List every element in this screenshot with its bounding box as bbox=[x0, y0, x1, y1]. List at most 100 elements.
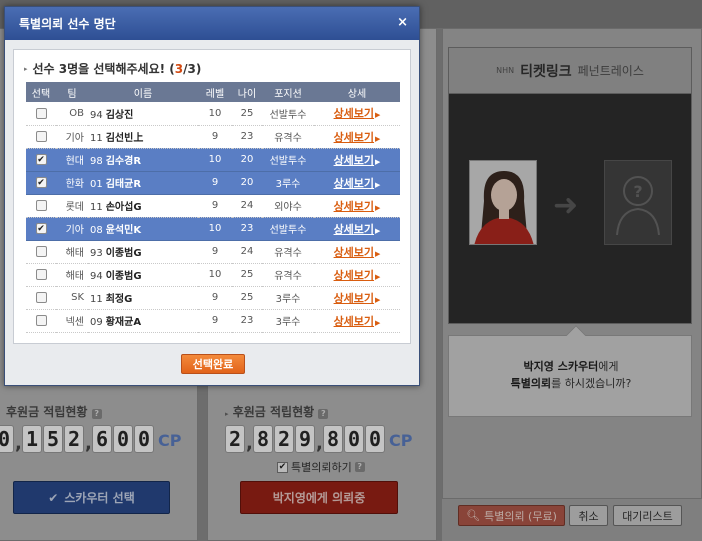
select-checkbox[interactable]: ✔ bbox=[35, 153, 47, 165]
position-cell: 3루수 bbox=[262, 286, 314, 310]
player-number: 11 bbox=[90, 202, 103, 213]
select-checkbox[interactable] bbox=[35, 314, 47, 326]
caret-right-icon: ▶ bbox=[375, 318, 381, 327]
select-checkbox[interactable] bbox=[35, 199, 47, 211]
detail-cell: 상세보기▶ bbox=[314, 286, 400, 310]
detail-cell: 상세보기▶ bbox=[314, 263, 400, 287]
caret-right-icon: ▶ bbox=[375, 111, 381, 120]
table-row[interactable]: OB 94 김상진 10 25 선발투수 상세보기▶ bbox=[26, 102, 400, 126]
detail-link[interactable]: 상세보기 bbox=[334, 269, 374, 282]
name-cell: 94 이종범G bbox=[88, 263, 198, 287]
col-level: 레벨 bbox=[198, 82, 232, 102]
position-cell: 선발투수 bbox=[262, 102, 314, 126]
level-cell: 9 bbox=[198, 309, 232, 333]
detail-link[interactable]: 상세보기 bbox=[334, 292, 374, 305]
row-checkbox-cell: ✔ bbox=[26, 217, 56, 241]
detail-link[interactable]: 상세보기 bbox=[334, 107, 374, 120]
player-number: 98 bbox=[90, 156, 103, 167]
team-cell: SK bbox=[56, 286, 88, 310]
team-cell: 해태 bbox=[56, 240, 88, 264]
position-cell: 3루수 bbox=[262, 171, 314, 195]
player-name: 손아섭G bbox=[105, 202, 142, 213]
table-header: 선택 팀 이름 레벨 나이 포지션 상세 bbox=[26, 82, 400, 102]
selection-prompt: ▸ 선수 3명을 선택해주세요! (3/3) bbox=[24, 62, 202, 76]
team-cell: 해태 bbox=[56, 263, 88, 287]
player-name: 김선빈上 bbox=[105, 133, 144, 144]
age-cell: 25 bbox=[232, 286, 262, 310]
row-checkbox-cell bbox=[26, 309, 56, 333]
select-checkbox[interactable] bbox=[35, 291, 47, 303]
player-number: 11 bbox=[90, 133, 103, 144]
col-name: 이름 bbox=[88, 82, 198, 102]
name-cell: 98 김수경R bbox=[88, 148, 198, 172]
detail-link[interactable]: 상세보기 bbox=[334, 131, 374, 144]
table-row[interactable]: 롯데 11 손아섭G 9 24 외야수 상세보기▶ bbox=[26, 194, 400, 218]
caret-right-icon: ▶ bbox=[375, 157, 381, 166]
select-done-button[interactable]: 선택완료 bbox=[181, 354, 245, 374]
name-cell: 08 윤석민K bbox=[88, 217, 198, 241]
position-cell: 선발투수 bbox=[262, 148, 314, 172]
level-cell: 9 bbox=[198, 240, 232, 264]
select-checkbox[interactable]: ✔ bbox=[35, 176, 47, 188]
player-name: 윤석민K bbox=[105, 225, 142, 236]
row-checkbox-cell bbox=[26, 125, 56, 149]
caret-right-icon: ▶ bbox=[375, 134, 381, 143]
detail-link[interactable]: 상세보기 bbox=[334, 246, 374, 259]
table-row[interactable]: ✔ 기아 08 윤석민K 10 23 선발투수 상세보기▶ bbox=[26, 217, 400, 241]
team-cell: 넥센 bbox=[56, 309, 88, 333]
level-cell: 10 bbox=[198, 263, 232, 287]
detail-link[interactable]: 상세보기 bbox=[334, 223, 374, 236]
detail-link[interactable]: 상세보기 bbox=[334, 200, 374, 213]
select-checkbox[interactable] bbox=[35, 107, 47, 119]
age-cell: 20 bbox=[232, 171, 262, 195]
select-checkbox[interactable]: ✔ bbox=[35, 222, 47, 234]
caret-right-icon: ▶ bbox=[375, 226, 381, 235]
position-cell: 외야수 bbox=[262, 194, 314, 218]
caret-right-icon: ▶ bbox=[375, 203, 381, 212]
table-row[interactable]: 기아 11 김선빈上 9 23 유격수 상세보기▶ bbox=[26, 125, 400, 149]
select-checkbox[interactable] bbox=[35, 268, 47, 280]
position-cell: 유격수 bbox=[262, 240, 314, 264]
age-cell: 25 bbox=[232, 102, 262, 126]
row-checkbox-cell bbox=[26, 286, 56, 310]
player-table: 선택 팀 이름 레벨 나이 포지션 상세 OB 94 김상진 10 25 선발투수 상세보기… bbox=[26, 82, 400, 333]
name-cell: 09 황재균A bbox=[88, 309, 198, 333]
detail-cell: 상세보기▶ bbox=[314, 240, 400, 264]
team-cell: 한화 bbox=[56, 171, 88, 195]
table-row[interactable]: ✔ 한화 01 김태균R 9 20 3루수 상세보기▶ bbox=[26, 171, 400, 195]
name-cell: 11 김선빈上 bbox=[88, 125, 198, 149]
level-cell: 10 bbox=[198, 148, 232, 172]
age-cell: 23 bbox=[232, 309, 262, 333]
team-cell: OB bbox=[56, 102, 88, 126]
player-number: 09 bbox=[90, 317, 103, 328]
table-row[interactable]: 해태 93 이종범G 9 24 유격수 상세보기▶ bbox=[26, 240, 400, 264]
position-cell: 선발투수 bbox=[262, 217, 314, 241]
select-checkbox[interactable] bbox=[35, 130, 47, 142]
age-cell: 23 bbox=[232, 217, 262, 241]
table-row[interactable]: 해태 94 이종범G 10 25 유격수 상세보기▶ bbox=[26, 263, 400, 287]
detail-cell: 상세보기▶ bbox=[314, 102, 400, 126]
name-cell: 93 이종범G bbox=[88, 240, 198, 264]
detail-link[interactable]: 상세보기 bbox=[334, 177, 374, 190]
detail-link[interactable]: 상세보기 bbox=[334, 154, 374, 167]
level-cell: 9 bbox=[198, 194, 232, 218]
name-cell: 11 손아섭G bbox=[88, 194, 198, 218]
player-name: 이종범G bbox=[105, 248, 142, 259]
age-cell: 20 bbox=[232, 148, 262, 172]
name-cell: 94 김상진 bbox=[88, 102, 198, 126]
team-cell: 기아 bbox=[56, 217, 88, 241]
detail-link[interactable]: 상세보기 bbox=[334, 315, 374, 328]
row-checkbox-cell bbox=[26, 263, 56, 287]
table-row[interactable]: ✔ 현대 98 김수경R 10 20 선발투수 상세보기▶ bbox=[26, 148, 400, 172]
player-list-modal: 특별의뢰 선수 명단 × ▸ 선수 3명을 선택해주세요! (3/3) 선택 팀… bbox=[4, 6, 420, 386]
table-row[interactable]: 넥센 09 황재균A 9 23 3루수 상세보기▶ bbox=[26, 309, 400, 333]
age-cell: 24 bbox=[232, 240, 262, 264]
table-row[interactable]: SK 11 최정G 9 25 3루수 상세보기▶ bbox=[26, 286, 400, 310]
triangle-bullet-icon: ▸ bbox=[24, 64, 28, 73]
row-checkbox-cell bbox=[26, 194, 56, 218]
select-checkbox[interactable] bbox=[35, 245, 47, 257]
close-icon[interactable]: × bbox=[397, 15, 408, 30]
player-name: 김태균R bbox=[105, 179, 142, 190]
col-detail: 상세 bbox=[314, 82, 400, 102]
player-list-panel: ▸ 선수 3명을 선택해주세요! (3/3) 선택 팀 이름 레벨 나이 포지션… bbox=[13, 49, 411, 344]
